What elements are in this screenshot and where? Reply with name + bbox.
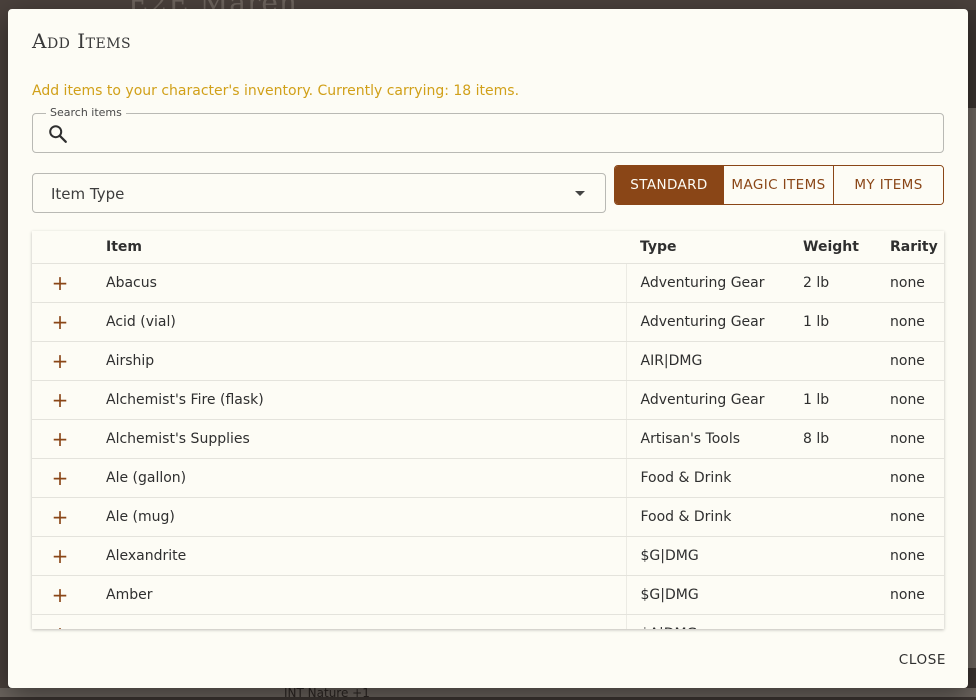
search-field[interactable]: Search items (32, 106, 944, 153)
item-rarity: none (890, 497, 944, 537)
caret-down-icon (575, 191, 585, 196)
background-bottom-panel (0, 688, 976, 697)
add-item-button[interactable]: + (48, 622, 72, 629)
table-row: + Airship AIR|DMG none (32, 341, 944, 381)
item-type: Food & Drink (625, 458, 803, 498)
tab-standard[interactable]: STANDARD (615, 166, 723, 204)
item-rarity: none (890, 458, 944, 498)
item-type-value: Item Type (51, 185, 125, 203)
search-input[interactable] (79, 120, 933, 148)
column-header-weight[interactable]: Weight (803, 231, 890, 264)
background-right-panel (968, 108, 976, 668)
item-name: Alchemist's Supplies (104, 419, 626, 459)
item-rarity: none (890, 341, 944, 381)
item-rarity: none (890, 302, 944, 342)
item-name: Ale (gallon) (104, 458, 626, 498)
item-type: Adventuring Gear (625, 302, 803, 342)
item-rarity (890, 614, 944, 629)
column-header-item[interactable]: Item (104, 231, 626, 264)
add-item-button[interactable]: + (48, 466, 72, 490)
add-item-button[interactable]: + (48, 388, 72, 412)
add-item-button[interactable]: + (48, 310, 72, 334)
items-table-container[interactable]: Item Type Weight Rarity + Abacus Adventu… (32, 231, 944, 629)
item-name (104, 614, 626, 629)
item-weight: 2 lb (803, 263, 890, 303)
table-header-row: Item Type Weight Rarity (32, 231, 944, 264)
search-icon (49, 125, 67, 143)
table-row: + Amber $G|DMG none (32, 575, 944, 615)
item-weight: 1 lb (803, 380, 890, 420)
item-name: Airship (104, 341, 626, 381)
add-item-button[interactable]: + (48, 427, 72, 451)
item-type: Food & Drink (625, 497, 803, 537)
item-weight (803, 458, 890, 498)
tab-my-items[interactable]: MY ITEMS (833, 166, 943, 204)
background-skill-row: INT Nature +1 (284, 686, 370, 700)
column-header-rarity[interactable]: Rarity (890, 231, 944, 264)
search-label: Search items (46, 106, 126, 119)
item-name: Abacus (104, 263, 626, 303)
add-item-button[interactable]: + (48, 544, 72, 568)
item-name: Ale (mug) (104, 497, 626, 537)
table-row: + Abacus Adventuring Gear 2 lb none (32, 263, 944, 303)
item-weight (803, 614, 890, 629)
item-rarity: none (890, 380, 944, 420)
tab-magic-items[interactable]: MAGIC ITEMS (723, 166, 833, 204)
table-row: + $A|DMG (32, 614, 944, 629)
item-type: $A|DMG (625, 614, 803, 629)
dialog-title: Add Items (32, 29, 132, 53)
table-row: + Acid (vial) Adventuring Gear 1 lb none (32, 302, 944, 342)
item-source-tabs: STANDARD MAGIC ITEMS MY ITEMS (614, 165, 944, 205)
item-type: AIR|DMG (625, 341, 803, 381)
item-weight (803, 341, 890, 381)
add-item-button[interactable]: + (48, 349, 72, 373)
item-weight (803, 536, 890, 576)
items-table: Item Type Weight Rarity + Abacus Adventu… (32, 231, 944, 629)
dialog-subtitle: Add items to your character's inventory.… (32, 83, 520, 99)
item-name: Acid (vial) (104, 302, 626, 342)
table-row: + Alchemist's Supplies Artisan's Tools 8… (32, 419, 944, 459)
add-item-button[interactable]: + (48, 271, 72, 295)
background-left-edge (0, 10, 8, 690)
item-weight: 8 lb (803, 419, 890, 459)
add-items-dialog: Add Items Add items to your character's … (8, 9, 968, 688)
add-item-button[interactable]: + (48, 505, 72, 529)
item-rarity: none (890, 419, 944, 459)
column-header-type[interactable]: Type (626, 231, 803, 264)
table-row: + Alchemist's Fire (flask) Adventuring G… (32, 380, 944, 420)
table-row: + Ale (gallon) Food & Drink none (32, 458, 944, 498)
item-rarity: none (890, 536, 944, 576)
item-type: $G|DMG (625, 536, 803, 576)
item-name: Alexandrite (104, 536, 626, 576)
item-name: Amber (104, 575, 626, 615)
item-type: Adventuring Gear (625, 380, 803, 420)
item-type: Artisan's Tools (625, 419, 803, 459)
add-item-button[interactable]: + (48, 583, 72, 607)
item-type: Adventuring Gear (625, 263, 803, 303)
item-weight (803, 575, 890, 615)
item-type: $G|DMG (625, 575, 803, 615)
close-button[interactable]: CLOSE (893, 651, 952, 669)
item-weight: 1 lb (803, 302, 890, 342)
item-rarity: none (890, 575, 944, 615)
column-header-add (32, 231, 104, 264)
table-row: + Alexandrite $G|DMG none (32, 536, 944, 576)
item-type-select[interactable]: Item Type (32, 173, 606, 213)
item-weight (803, 497, 890, 537)
item-name: Alchemist's Fire (flask) (104, 380, 626, 420)
table-row: + Ale (mug) Food & Drink none (32, 497, 944, 537)
item-rarity: none (890, 263, 944, 303)
